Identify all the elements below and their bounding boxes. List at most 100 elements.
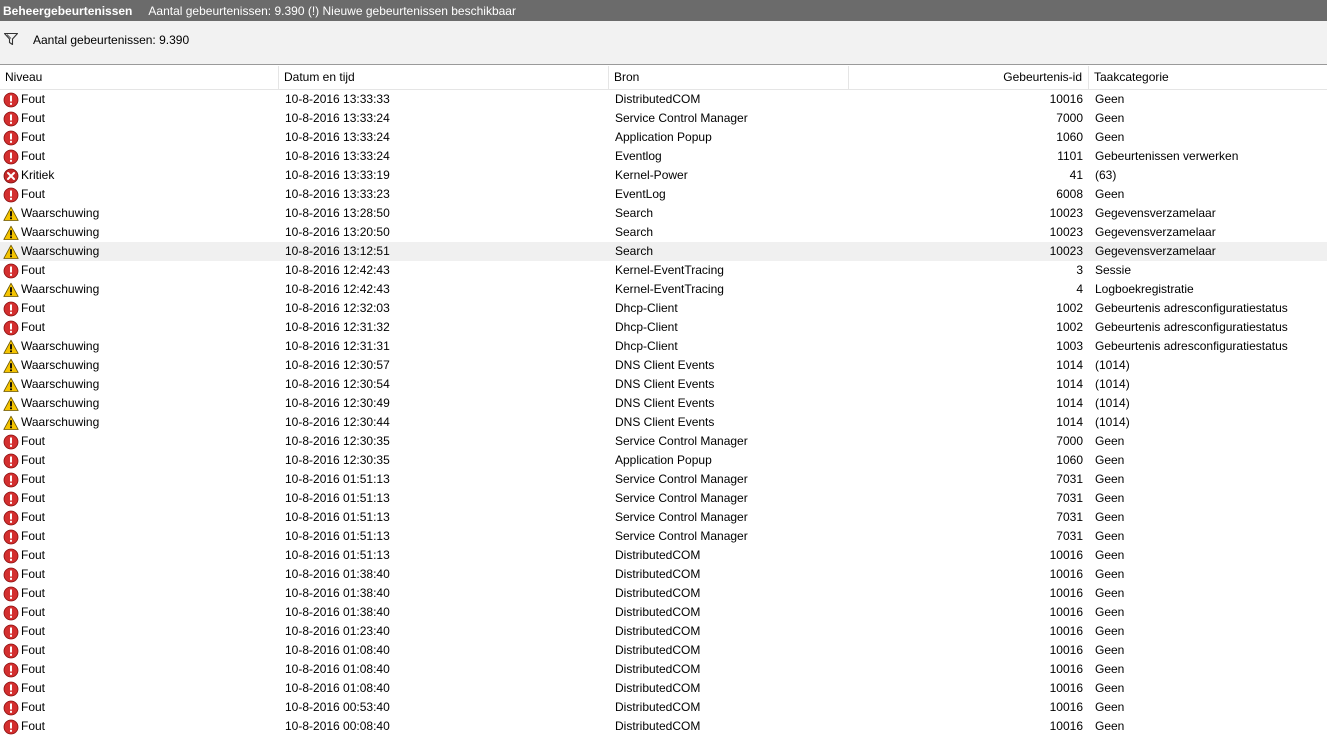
table-row[interactable]: Fout 10-8-2016 00:53:40 DistributedCOM 1001… [0, 698, 1327, 717]
table-row[interactable]: Fout 10-8-2016 13:33:23 EventLog 6008 Geen [0, 185, 1327, 204]
table-row[interactable]: Waarschuwing 10-8-2016 13:28:50 Search 1002… [0, 204, 1327, 223]
cell-source: Service Control Manager [615, 111, 748, 125]
cell-date: 10-8-2016 13:33:33 [285, 92, 390, 106]
cell-source: Kernel-EventTracing [615, 282, 724, 296]
cell-date: 10-8-2016 01:51:13 [285, 472, 390, 486]
cell-category: Geen [1095, 491, 1125, 505]
table-row[interactable]: Fout 10-8-2016 01:38:40 DistributedCOM 1001… [0, 603, 1327, 622]
error-icon [3, 643, 19, 659]
filter-bar: Aantal gebeurtenissen: 9.390 [0, 21, 1327, 65]
error-icon [3, 92, 19, 108]
column-header-source[interactable]: Bron [609, 66, 849, 89]
table-row[interactable]: Fout 10-8-2016 01:51:13 Service Control Ma… [0, 527, 1327, 546]
cell-category: Geen [1095, 472, 1125, 486]
level-label: Fout [21, 187, 46, 201]
table-row[interactable]: Fout 10-8-2016 13:33:24 Application Popup 1… [0, 128, 1327, 147]
level-label: Fout [21, 567, 46, 581]
level-label: Fout [21, 548, 46, 562]
level-label: Kritiek [21, 168, 55, 182]
cell-date: 10-8-2016 13:33:24 [285, 111, 390, 125]
cell-level: Fout [0, 641, 279, 660]
cell-event-id: 1014 [1056, 358, 1083, 372]
cell-date: 10-8-2016 01:38:40 [285, 567, 390, 581]
filter-icon[interactable] [3, 31, 19, 47]
table-row[interactable]: Fout 10-8-2016 01:51:13 Service Control Ma… [0, 508, 1327, 527]
new-events-notice[interactable]: Aantal gebeurtenissen: 9.390 (!) Nieuwe … [148, 4, 516, 18]
cell-category: Geen [1095, 662, 1125, 676]
table-row[interactable]: Waarschuwing 10-8-2016 12:30:49 DNS Client… [0, 394, 1327, 413]
table-row[interactable]: Fout 10-8-2016 13:33:24 Service Control Ma… [0, 109, 1327, 128]
cell-category: Geen [1095, 187, 1125, 201]
level-label: Fout [21, 662, 46, 676]
cell-source: Service Control Manager [615, 491, 748, 505]
cell-event-id: 1014 [1056, 396, 1083, 410]
cell-date: 10-8-2016 13:33:24 [285, 149, 390, 163]
table-row[interactable]: Waarschuwing 10-8-2016 12:42:43 Kernel-Eve… [0, 280, 1327, 299]
table-row[interactable]: Waarschuwing 10-8-2016 13:12:51 Search 1002… [0, 242, 1327, 261]
table-row[interactable]: Fout 10-8-2016 12:42:43 Kernel-EventTracin… [0, 261, 1327, 280]
table-row[interactable]: Fout 10-8-2016 13:33:33 DistributedCOM 1001… [0, 90, 1327, 109]
cell-level: Waarschuwing [0, 204, 279, 223]
cell-category: (1014) [1095, 377, 1130, 391]
cell-level: Fout [0, 584, 279, 603]
table-row[interactable]: Fout 10-8-2016 13:33:24 Eventlog 1101 Gebeur… [0, 147, 1327, 166]
cell-source: DistributedCOM [615, 586, 701, 600]
column-header-event-id[interactable]: Gebeurtenis-id [849, 66, 1089, 89]
level-label: Fout [21, 491, 46, 505]
table-row[interactable]: Waarschuwing 10-8-2016 12:30:44 DNS Client… [0, 413, 1327, 432]
level-label: Fout [21, 700, 46, 714]
cell-date: 10-8-2016 01:51:13 [285, 548, 390, 562]
cell-category: (1014) [1095, 415, 1130, 429]
table-row[interactable]: Fout 10-8-2016 01:38:40 DistributedCOM 1001… [0, 584, 1327, 603]
cell-event-id: 10023 [1049, 244, 1083, 258]
cell-level: Fout [0, 451, 279, 470]
table-row[interactable]: Fout 10-8-2016 01:23:40 DistributedCOM 1001… [0, 622, 1327, 641]
cell-source: DistributedCOM [615, 719, 701, 733]
table-row[interactable]: Waarschuwing 10-8-2016 12:31:31 Dhcp-Clien… [0, 337, 1327, 356]
table-row[interactable]: Fout 10-8-2016 12:30:35 Service Control Ma… [0, 432, 1327, 451]
table-row[interactable]: Kritiek 10-8-2016 13:33:19 Kernel-Power 41 (… [0, 166, 1327, 185]
cell-date: 10-8-2016 12:30:49 [285, 396, 390, 410]
cell-date: 10-8-2016 01:23:40 [285, 624, 390, 638]
cell-source: Service Control Manager [615, 472, 748, 486]
column-header-category[interactable]: Taakcategorie [1089, 66, 1327, 89]
cell-level: Fout [0, 470, 279, 489]
cell-level: Waarschuwing [0, 242, 279, 261]
table-row[interactable]: Waarschuwing 10-8-2016 13:20:50 Search 1002… [0, 223, 1327, 242]
cell-source: Search [615, 244, 654, 258]
column-header-date[interactable]: Datum en tijd [279, 66, 609, 89]
table-row[interactable]: Fout 10-8-2016 00:08:40 DistributedCOM 1001… [0, 717, 1327, 736]
cell-category: (63) [1095, 168, 1117, 182]
level-label: Fout [21, 263, 46, 277]
cell-source: DistributedCOM [615, 662, 701, 676]
table-row[interactable]: Waarschuwing 10-8-2016 12:30:54 DNS Client… [0, 375, 1327, 394]
error-icon [3, 434, 19, 450]
cell-category: Geen [1095, 111, 1125, 125]
cell-event-id: 1002 [1056, 320, 1083, 334]
table-row[interactable]: Fout 10-8-2016 01:08:40 DistributedCOM 1001… [0, 641, 1327, 660]
column-header-level[interactable]: Niveau [0, 66, 279, 89]
table-row[interactable]: Fout 10-8-2016 01:08:40 DistributedCOM 1001… [0, 660, 1327, 679]
cell-level: Fout [0, 90, 279, 109]
cell-date: 10-8-2016 01:08:40 [285, 662, 390, 676]
table-row[interactable]: Fout 10-8-2016 01:51:13 DistributedCOM 1001… [0, 546, 1327, 565]
warning-icon [3, 377, 19, 393]
table-row[interactable]: Fout 10-8-2016 01:51:13 Service Control Ma… [0, 470, 1327, 489]
warning-icon [3, 206, 19, 222]
cell-event-id: 3 [1076, 263, 1083, 277]
level-label: Waarschuwing [21, 415, 100, 429]
table-row[interactable]: Fout 10-8-2016 12:30:35 Application Popup 1… [0, 451, 1327, 470]
cell-source: Search [615, 206, 654, 220]
cell-event-id: 7000 [1056, 434, 1083, 448]
cell-category: Gebeurtenis adresconfiguratiestatus [1095, 301, 1288, 315]
cell-event-id: 1014 [1056, 415, 1083, 429]
table-row[interactable]: Fout 10-8-2016 01:08:40 DistributedCOM 1001… [0, 679, 1327, 698]
cell-event-id: 7031 [1056, 491, 1083, 505]
table-row[interactable]: Fout 10-8-2016 01:51:13 Service Control Ma… [0, 489, 1327, 508]
table-row[interactable]: Fout 10-8-2016 12:31:32 Dhcp-Client 1002 Geb… [0, 318, 1327, 337]
table-row[interactable]: Fout 10-8-2016 12:32:03 Dhcp-Client 1002 Geb… [0, 299, 1327, 318]
cell-level: Fout [0, 698, 279, 717]
table-row[interactable]: Fout 10-8-2016 01:38:40 DistributedCOM 1001… [0, 565, 1327, 584]
table-row[interactable]: Waarschuwing 10-8-2016 12:30:57 DNS Client… [0, 356, 1327, 375]
error-icon [3, 111, 19, 127]
